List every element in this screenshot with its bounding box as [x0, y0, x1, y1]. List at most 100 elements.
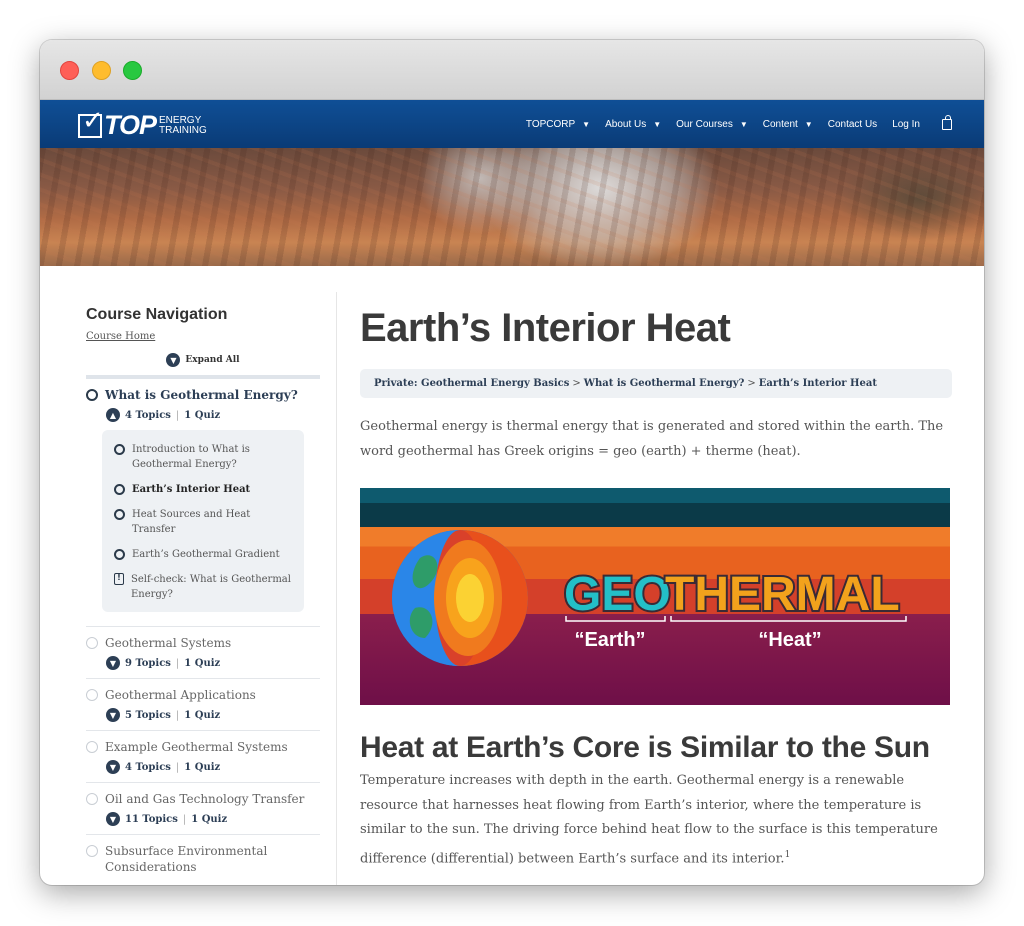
browser-window: TOP ENERGY TRAINING TOPCORP ▼ About Us ▼ O… [40, 40, 984, 885]
lesson-header[interactable]: Geothermal Systems [86, 635, 320, 651]
incomplete-status-icon [86, 845, 98, 857]
quiz-count: 1 Quiz [184, 657, 221, 669]
topic-item[interactable]: Introduction to What is Geothermal Energ… [114, 442, 292, 472]
quiz-icon: ! [114, 573, 124, 585]
topics-count: 11 Topics [125, 813, 178, 825]
lesson-header[interactable]: Example Geothermal Systems [86, 739, 320, 755]
nav-item-log-in[interactable]: Log In [892, 119, 920, 130]
quiz-count: 1 Quiz [191, 813, 228, 825]
breadcrumb-link[interactable]: Private: Geothermal Energy Basics [374, 378, 569, 389]
caret-down-icon: ▼ [653, 119, 662, 129]
earth-cutaway-graphic [392, 530, 528, 666]
nav-item-contact-us[interactable]: Contact Us [828, 119, 877, 130]
page-content: Course Navigation Course Home ▼ Expand A… [40, 266, 984, 885]
geothermal-illustration: GEO THERMAL “Earth” “Heat” [392, 530, 907, 666]
lesson-item: Geothermal Applications ▼ 5 Topics | 1 Q… [86, 679, 320, 731]
meta-separator: | [175, 761, 180, 773]
maximize-window-button[interactable] [123, 61, 142, 80]
lesson-title[interactable]: Example Geothermal Systems [105, 739, 288, 755]
topic-item[interactable]: Earth’s Geothermal Gradient [114, 547, 292, 562]
lesson-item: Oil and Gas Technology Transfer ▼ 11 Top… [86, 783, 320, 835]
body-paragraph: Temperature increases with depth in the … [360, 769, 952, 871]
nav-item-content[interactable]: Content ▼ [763, 119, 813, 130]
nav-item-label: Contact Us [827, 118, 878, 130]
site-logo[interactable]: TOP ENERGY TRAINING [78, 106, 207, 141]
incomplete-status-icon [114, 549, 125, 560]
chevron-down-icon[interactable]: ▼ [106, 656, 120, 670]
incomplete-status-icon [114, 444, 125, 455]
nav-item-our-courses[interactable]: Our Courses ▼ [676, 119, 748, 130]
lesson-meta[interactable]: ▼ 4 Topics | 1 Quiz [106, 760, 320, 774]
quiz-label: Self-check: What is Geothermal Energy? [131, 574, 291, 600]
intro-paragraph: Geothermal energy is thermal energy that… [360, 419, 944, 459]
logo-top-text: TOP [104, 110, 157, 140]
page-title: Earth’s Interior Heat [360, 306, 731, 350]
chevron-down-icon[interactable]: ▼ [106, 760, 120, 774]
site-navbar: TOP ENERGY TRAINING TOPCORP ▼ About Us ▼ O… [40, 100, 984, 148]
lesson-title[interactable]: Subsurface Environmental Considerations [105, 843, 320, 875]
lesson-meta[interactable]: ▲ 4 Topics | 1 Quiz [106, 408, 320, 422]
nav-item-label: Content [762, 118, 798, 130]
breadcrumb-link[interactable]: What is Geothermal Energy? [584, 378, 745, 389]
incomplete-status-icon [86, 741, 98, 753]
topic-label: Introduction to What is Geothermal Energ… [132, 444, 250, 470]
meta-separator: | [175, 709, 180, 721]
minimize-window-button[interactable] [92, 61, 111, 80]
lesson-item: Example Geothermal Systems ▼ 4 Topics | … [86, 731, 320, 783]
chevron-down-icon[interactable]: ▼ [106, 812, 120, 826]
incomplete-status-icon [86, 637, 98, 649]
topics-count: 4 Topics [125, 409, 171, 421]
banner-label-earth: “Earth” [574, 629, 645, 651]
lesson-meta[interactable]: ▼ 11 Topics | 1 Quiz [106, 812, 320, 826]
incomplete-status-icon [86, 689, 98, 701]
lesson-title[interactable]: What is Geothermal Energy? [105, 387, 298, 403]
nav-item-topcorp[interactable]: TOPCORP ▼ [526, 119, 590, 130]
lesson-header[interactable]: Oil and Gas Technology Transfer [86, 791, 320, 807]
section-heading: Heat at Earth’s Core is Similar to the S… [360, 731, 930, 764]
lesson-item: Geothermal Systems ▼ 9 Topics | 1 Quiz [86, 627, 320, 679]
lesson-title[interactable]: Geothermal Systems [105, 635, 231, 651]
banner-word-thermal: THERMAL [665, 568, 900, 621]
chevron-down-icon: ▼ [166, 353, 181, 367]
expand-all-button[interactable]: ▼ Expand All [86, 353, 320, 367]
incomplete-status-icon [86, 389, 98, 401]
lesson-title[interactable]: Geothermal Applications [105, 687, 256, 703]
close-window-button[interactable] [60, 61, 79, 80]
breadcrumb-separator: > [572, 378, 581, 389]
lesson-header[interactable]: What is Geothermal Energy? [86, 387, 320, 403]
chevron-up-icon[interactable]: ▲ [106, 408, 120, 422]
caret-down-icon: ▼ [582, 119, 591, 129]
lesson-header[interactable]: Subsurface Environmental Considerations [86, 843, 320, 875]
topics-count: 9 Topics [125, 657, 171, 669]
hero-banner-image [40, 148, 984, 266]
topics-count: 5 Topics [125, 709, 171, 721]
meta-separator: | [175, 409, 180, 421]
caret-down-icon: ▼ [739, 119, 748, 129]
nav-item-about-us[interactable]: About Us ▼ [605, 119, 661, 130]
geothermal-banner-image: GEO THERMAL “Earth” “Heat” [360, 488, 950, 705]
quiz-count: 1 Quiz [184, 409, 221, 421]
course-home-link[interactable]: Course Home [86, 331, 155, 342]
topic-item-current[interactable]: Earth’s Interior Heat [114, 482, 292, 497]
chevron-down-icon[interactable]: ▼ [106, 708, 120, 722]
lesson-meta[interactable]: ▼ 5 Topics | 1 Quiz [106, 708, 320, 722]
lesson-meta[interactable]: ▼ 9 Topics | 1 Quiz [106, 656, 320, 670]
lesson-header[interactable]: Geothermal Applications [86, 687, 320, 703]
lesson-title[interactable]: Oil and Gas Technology Transfer [105, 791, 304, 807]
topic-label: Heat Sources and Heat Transfer [132, 509, 251, 535]
logo-sub-training: TRAINING [159, 124, 207, 136]
expand-all-label: Expand All [185, 355, 240, 365]
nav-item-label: Our Courses [676, 118, 733, 130]
lesson-item: Subsurface Environmental Considerations [86, 835, 320, 883]
incomplete-status-icon [114, 509, 125, 520]
lesson-item: What is Geothermal Energy? ▲ 4 Topics | … [86, 379, 320, 627]
breadcrumb-current[interactable]: Earth’s Interior Heat [759, 378, 877, 389]
topic-item[interactable]: Heat Sources and Heat Transfer [114, 507, 292, 537]
incomplete-status-icon [86, 793, 98, 805]
shopping-bag-icon[interactable] [942, 114, 952, 130]
course-navigation-sidebar: Course Navigation Course Home ▼ Expand A… [86, 306, 320, 883]
quiz-item[interactable]: ! Self-check: What is Geothermal Energy? [114, 572, 292, 602]
footnote-reference[interactable]: 1 [785, 850, 791, 860]
quiz-count: 1 Quiz [184, 761, 221, 773]
logo-subtext: ENERGY TRAINING [159, 115, 207, 136]
